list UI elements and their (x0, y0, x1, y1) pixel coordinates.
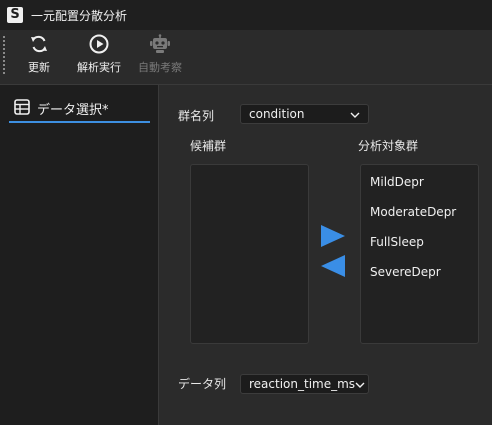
data-column-label: データ列 (178, 377, 227, 391)
data-column-value: reaction_time_ms (249, 377, 356, 391)
auto-discussion-button[interactable]: 自動考察 (135, 34, 185, 80)
sidebar-item-data-selection[interactable]: データ選択* (9, 95, 150, 123)
candidates-label: 候補群 (190, 139, 227, 153)
data-column-select[interactable]: reaction_time_ms (240, 374, 369, 394)
chevron-down-icon (355, 377, 365, 391)
add-to-targets-button[interactable] (320, 224, 346, 251)
play-circle-icon (89, 34, 109, 54)
chevron-down-icon (350, 107, 360, 121)
title-bar: S 一元配置分散分析 (0, 0, 492, 30)
remove-from-targets-button[interactable] (320, 254, 346, 281)
sidebar-item-label: データ選択* (37, 102, 109, 118)
auto-discussion-label: 自動考察 (138, 61, 182, 74)
group-column-select[interactable]: condition (240, 104, 369, 124)
list-item[interactable]: MildDepr (370, 175, 424, 189)
toolbar: 更新 解析実行 自動考察 (0, 30, 492, 85)
sidebar: データ選択* (0, 85, 159, 425)
targets-list[interactable]: MildDepr ModerateDepr FullSleep SevereDe… (360, 164, 479, 344)
refresh-icon (29, 34, 49, 54)
refresh-label: 更新 (28, 61, 50, 74)
app-logo: S (7, 7, 23, 23)
run-analysis-label: 解析実行 (77, 61, 121, 74)
list-item[interactable]: FullSleep (370, 235, 424, 249)
window-title: 一元配置分散分析 (31, 8, 128, 23)
run-analysis-button[interactable]: 解析実行 (73, 34, 125, 80)
targets-label: 分析対象群 (358, 139, 419, 153)
candidates-list[interactable] (190, 164, 309, 344)
toolbar-grip[interactable] (3, 36, 5, 76)
list-item[interactable]: ModerateDepr (370, 205, 456, 219)
group-column-value: condition (249, 107, 305, 121)
table-icon (14, 98, 30, 118)
main-panel: 群名列 condition 候補群 分析対象群 MildDepr Moderat… (159, 85, 492, 425)
group-column-label: 群名列 (178, 109, 215, 123)
list-item[interactable]: SevereDepr (370, 265, 441, 279)
robot-icon (149, 34, 171, 54)
refresh-button[interactable]: 更新 (22, 34, 56, 80)
